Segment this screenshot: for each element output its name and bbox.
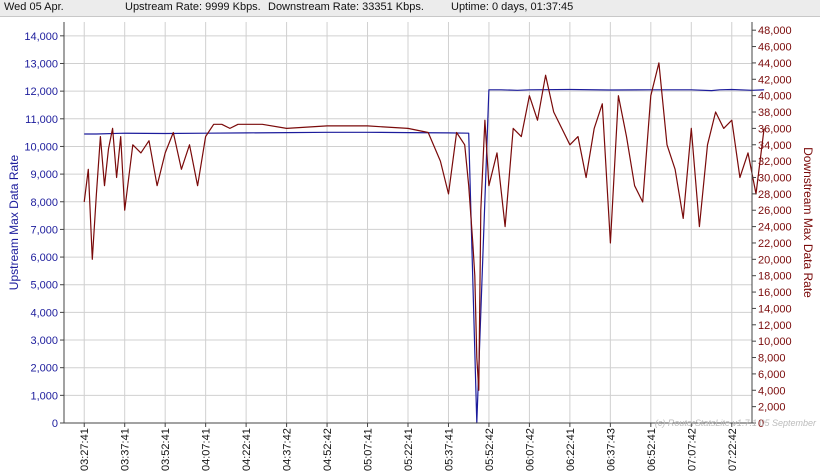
y-left-tick-label: 2,000 [30,363,58,375]
y-right-tick-label: 26,000 [758,205,792,217]
x-tick-label: 03:37:41 [120,428,132,471]
y-left-tick-label: 10,000 [24,141,58,153]
y-left-tick-label: 9,000 [30,169,58,181]
y-left-tick-label: 5,000 [30,280,58,292]
x-tick-label: 04:37:42 [282,428,294,471]
y-right-tick-label: 20,000 [758,254,792,266]
y-right-tick-label: 6,000 [758,369,786,381]
y-right-tick-label: 48,000 [758,25,792,37]
y-right-tick-label: 36,000 [758,123,792,135]
y-right-tick-label: 2,000 [758,402,786,414]
y-right-tick-label: 10,000 [758,336,792,348]
x-tick-label: 03:52:41 [160,428,172,471]
x-tick-label: 05:07:41 [363,428,375,471]
y-left-tick-label: 7,000 [30,224,58,236]
x-tick-label: 07:22:42 [727,428,739,471]
y-left-tick-label: 0 [52,418,58,430]
y-right-tick-label: 22,000 [758,238,792,250]
x-tick-label: 06:22:41 [565,428,577,471]
x-tick-label: 06:52:41 [646,428,658,471]
y-left-tick-label: 14,000 [24,31,58,43]
y-right-tick-label: 18,000 [758,271,792,283]
y-right-tick-label: 4,000 [758,385,786,397]
y-left-tick-label: 1,000 [30,390,58,402]
y-right-tick-label: 44,000 [758,58,792,70]
y-axis-left-label: Upstream Max Data Rate [7,154,21,290]
y-left-tick-label: 3,000 [30,335,58,347]
y-left-tick-label: 11,000 [25,114,58,126]
y-right-tick-label: 16,000 [758,287,792,299]
y-right-tick-label: 30,000 [758,172,792,184]
watermark: (c) RouterStatsLite v1.7.1 05 September [655,418,817,428]
y-left-tick-label: 12,000 [24,86,58,98]
x-tick-label: 03:27:41 [79,428,91,471]
y-left-tick-label: 6,000 [30,252,58,264]
y-right-tick-label: 32,000 [758,156,792,168]
y-right-tick-label: 46,000 [758,42,792,54]
y-right-tick-label: 28,000 [758,189,792,201]
x-tick-label: 07:07:42 [686,428,698,471]
y-right-tick-label: 42,000 [758,74,792,86]
x-tick-label: 05:52:42 [484,428,496,471]
y-right-tick-label: 12,000 [758,320,792,332]
x-tick-label: 05:37:41 [443,428,455,471]
y-right-tick-label: 40,000 [758,91,792,103]
y-right-tick-label: 14,000 [758,303,792,315]
y-right-tick-label: 8,000 [758,353,786,365]
x-tick-label: 05:22:41 [403,428,415,471]
y-axis-right-label: Downstream Max Data Rate [801,147,815,298]
x-tick-label: 04:22:41 [241,428,253,471]
x-tick-label: 04:07:41 [201,428,213,471]
x-tick-label: 06:07:42 [524,428,536,471]
rate-chart: 0 1,000 2,000 3,000 4,000 5,000 6,000 7,000 8,00… [7,22,817,471]
y-right-tick-label: 24,000 [758,222,792,234]
x-tick-label: 04:52:42 [322,428,334,471]
y-left-tick-label: 8,000 [30,197,58,209]
y-left-tick-label: 13,000 [24,58,58,70]
y-right-tick-label: 38,000 [758,107,792,119]
x-tick-label: 06:37:43 [605,428,617,471]
y-right-tick-label: 34,000 [758,140,792,152]
y-left-tick-label: 4,000 [30,307,58,319]
